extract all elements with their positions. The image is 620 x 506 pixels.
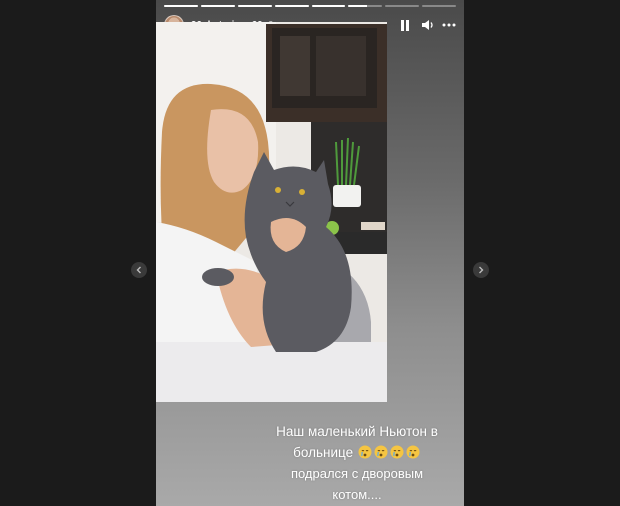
story-controls: [398, 18, 456, 32]
speaker-icon[interactable]: [420, 18, 434, 32]
progress-fill: [311, 5, 346, 7]
story-viewer[interactable]: 90_katerina_60 6 ч: [156, 0, 464, 506]
progress-fill: [237, 5, 272, 7]
crying-face-emoji: [374, 444, 388, 459]
progress-segment: [311, 5, 346, 7]
progress-segment: [348, 5, 383, 7]
chevron-right-icon: [479, 266, 484, 274]
pause-icon[interactable]: [398, 18, 412, 32]
progress-segment: [200, 5, 235, 7]
caption-line-4: котом....: [332, 487, 382, 502]
progress-segment: [237, 5, 272, 7]
caption-line-3: подрался с дворовым: [290, 466, 424, 481]
progress-fill: [348, 5, 367, 7]
crying-face-emoji: [390, 444, 404, 459]
more-icon[interactable]: [442, 18, 456, 32]
chevron-left-icon: [136, 266, 141, 274]
story-caption: Наш маленький Ньютон в больнице подрался…: [252, 421, 462, 505]
progress-segment: [274, 5, 309, 7]
progress-segment: [385, 5, 420, 7]
crying-face-emoji: [358, 444, 372, 459]
next-story-button[interactable]: [473, 262, 489, 278]
progress-segment: [422, 5, 456, 7]
progress-segment: [164, 5, 198, 7]
progress-fill: [274, 5, 309, 7]
crying-face-emoji: [406, 444, 420, 459]
story-photo: [156, 22, 387, 402]
crying-face-emoji-group: [357, 445, 421, 460]
caption-line-1: Наш маленький Ньютон в: [276, 424, 438, 439]
progress-fill: [200, 5, 235, 7]
caption-line-2: больнице: [293, 445, 354, 460]
caption-line-2-wrap: больнице: [252, 442, 462, 463]
progress-fill: [164, 5, 198, 7]
story-progress-bar: [164, 5, 456, 8]
prev-story-button[interactable]: [131, 262, 147, 278]
